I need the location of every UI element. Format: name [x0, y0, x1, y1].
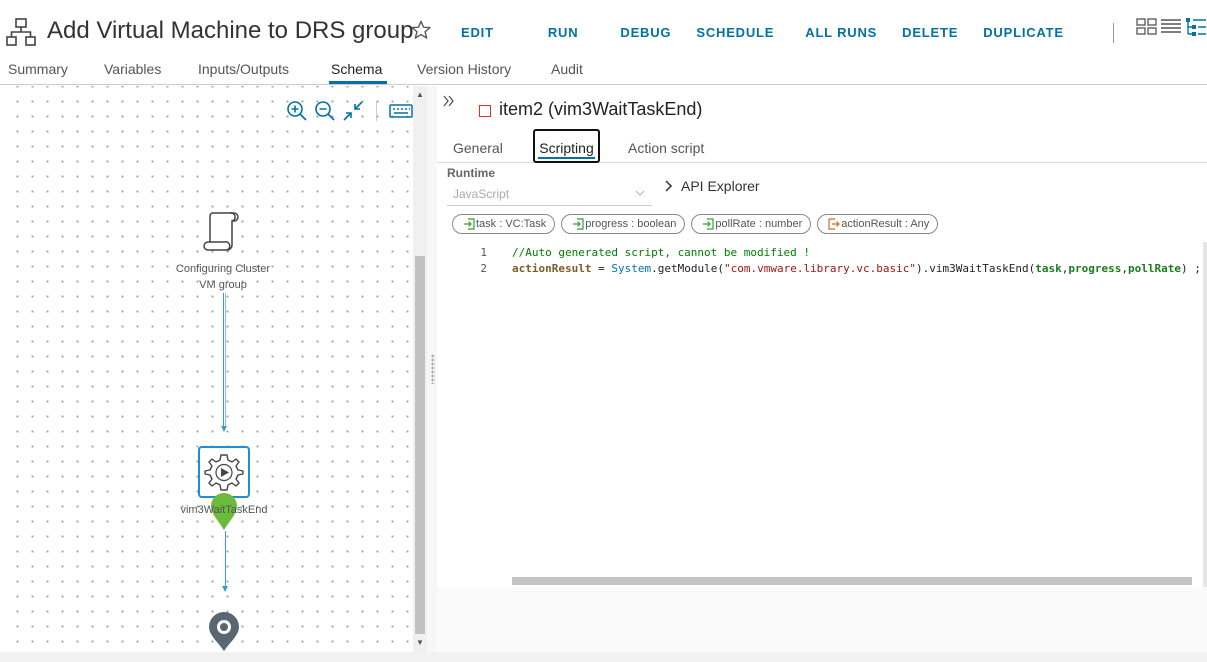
zoom-in-icon[interactable] — [286, 100, 308, 122]
page-title: Add Virtual Machine to DRS group — [47, 17, 414, 44]
script-editor[interactable]: 1 //Auto generated script, cannot be mod… — [437, 242, 1207, 587]
scroll-up-icon[interactable]: ▲ — [416, 90, 424, 99]
parameter-pills: task : VC:Task progress : boolean pollRa… — [452, 214, 939, 234]
item-title: item2 (vim3WaitTaskEnd) — [499, 99, 703, 119]
tab-inputs-outputs[interactable]: Inputs/Outputs — [198, 61, 289, 77]
param-pill-actionresult[interactable]: actionResult : Any — [817, 214, 939, 234]
editor-footer — [437, 587, 1207, 652]
all-runs-button[interactable]: ALL RUNS — [805, 25, 877, 40]
end-pin-icon[interactable] — [207, 610, 241, 652]
card-view-icon[interactable] — [1136, 16, 1158, 36]
tab-summary[interactable]: Summary — [8, 61, 68, 77]
runtime-select: JavaScript — [447, 184, 652, 206]
schema-canvas[interactable]: Configuring Cluster VM group vim3WaitTas… — [4, 86, 413, 652]
toolbar-separator — [376, 101, 377, 121]
action-bar: EDIT RUN DEBUG SCHEDULE ALL RUNS DELETE … — [461, 25, 1064, 40]
workflow-icon — [6, 18, 36, 46]
connector-line — [225, 531, 226, 587]
runtime-label: Runtime — [447, 166, 495, 180]
debug-button[interactable]: DEBUG — [620, 25, 671, 40]
editor-vertical-scrollbar[interactable] — [1203, 242, 1207, 587]
collapse-panel-icon[interactable] — [443, 95, 455, 107]
tab-audit[interactable]: Audit — [551, 61, 583, 77]
zoom-out-icon[interactable] — [314, 100, 336, 122]
star-icon[interactable] — [410, 19, 432, 41]
tab-action-script[interactable]: Action script — [628, 140, 704, 156]
node-label-configuring: Configuring Cluster VM group — [175, 263, 271, 291]
header: Add Virtual Machine to DRS group EDIT RU… — [0, 0, 1207, 58]
code-line-1: //Auto generated script, cannot be modif… — [512, 246, 811, 259]
connector-arrow — [222, 586, 228, 592]
scrollbar-thumb[interactable] — [415, 256, 425, 634]
scroll-down-icon[interactable]: ▼ — [416, 638, 424, 647]
active-sub-tab-indicator — [538, 157, 595, 159]
node-label-wait-task: vim3WaitTaskEnd — [180, 504, 268, 516]
param-pill-task[interactable]: task : VC:Task — [452, 214, 556, 234]
param-pill-progress[interactable]: progress : boolean — [561, 214, 686, 234]
connector-line — [223, 293, 224, 427]
connector-line — [225, 293, 226, 427]
input-param-icon — [573, 218, 584, 230]
connector-arrow — [221, 426, 227, 432]
list-view-icon[interactable] — [1160, 16, 1182, 36]
input-param-icon — [464, 218, 475, 230]
delete-button[interactable]: DELETE — [902, 25, 958, 40]
item-sub-tabs: General Scripting Action script — [437, 128, 1207, 163]
chevron-down-icon — [635, 190, 645, 196]
duplicate-button[interactable]: DUPLICATE — [983, 25, 1064, 40]
view-switcher — [1136, 16, 1207, 38]
api-explorer-toggle[interactable]: API Explorer — [665, 178, 760, 194]
run-button[interactable]: RUN — [548, 25, 579, 40]
param-pill-pollrate[interactable]: pollRate : number — [691, 214, 812, 234]
edit-button[interactable]: EDIT — [461, 25, 494, 40]
scroll-icon[interactable] — [202, 209, 242, 253]
tree-view-icon[interactable] — [1184, 16, 1207, 38]
main-tabs: Summary Variables Inputs/Outputs Schema … — [0, 58, 1207, 85]
canvas-scrollbar[interactable]: ▲ ▼ — [413, 86, 427, 652]
output-param-icon — [828, 218, 841, 230]
canvas-toolbar — [286, 100, 413, 122]
tab-schema[interactable]: Schema — [331, 61, 382, 77]
gear-play-icon — [204, 454, 244, 491]
schedule-button[interactable]: SCHEDULE — [696, 25, 774, 40]
tab-version-history[interactable]: Version History — [417, 61, 511, 77]
header-divider — [1113, 23, 1114, 43]
splitter-grip-icon[interactable] — [431, 354, 435, 384]
keyboard-icon[interactable] — [389, 102, 413, 120]
tab-general[interactable]: General — [453, 140, 503, 156]
input-param-icon — [703, 218, 715, 230]
code-line-2: actionResult = System.getModule("com.vmw… — [512, 262, 1201, 275]
editor-horizontal-scrollbar[interactable] — [512, 577, 1192, 585]
fit-to-screen-icon[interactable] — [342, 100, 364, 122]
item-marker-icon — [479, 105, 491, 117]
active-tab-indicator — [329, 81, 387, 84]
chevron-right-icon — [665, 180, 673, 192]
bottom-band — [0, 652, 1207, 662]
line-number: 2 — [480, 262, 487, 275]
tab-variables[interactable]: Variables — [104, 61, 161, 77]
tab-scripting[interactable]: Scripting — [533, 129, 600, 163]
line-number: 1 — [480, 246, 487, 259]
